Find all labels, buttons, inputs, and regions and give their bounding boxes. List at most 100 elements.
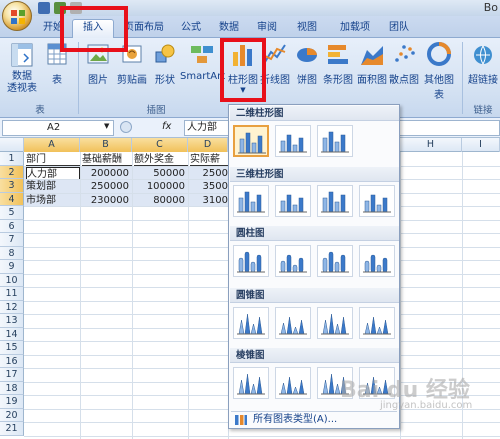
row-header[interactable]: 18 bbox=[0, 381, 24, 395]
row-header[interactable]: 10 bbox=[0, 273, 24, 287]
column-header-d[interactable]: D bbox=[188, 138, 228, 152]
thumb-2d-column[interactable] bbox=[233, 125, 269, 157]
row-header[interactable]: 17 bbox=[0, 368, 24, 382]
group-label-illustrations: 插图 bbox=[146, 105, 166, 116]
thumb-2d-column[interactable] bbox=[317, 125, 353, 157]
row-header[interactable]: 3 bbox=[0, 179, 24, 193]
thumbnail-shape bbox=[334, 201, 340, 213]
thumb-cone[interactable] bbox=[233, 307, 269, 339]
tab-formulas[interactable]: 公式 bbox=[176, 20, 206, 38]
row-header[interactable]: 13 bbox=[0, 314, 24, 328]
table-cell[interactable]: 3500 bbox=[188, 180, 228, 193]
chart-thumbnail-icon bbox=[321, 251, 349, 273]
smartart-icon bbox=[191, 46, 213, 63]
chart-thumbnail-icon bbox=[237, 191, 265, 213]
thumbnail-shape bbox=[298, 319, 305, 335]
row-header[interactable]: 9 bbox=[0, 260, 24, 274]
thumbnail-shape bbox=[376, 204, 382, 213]
corner-select-all[interactable] bbox=[0, 138, 24, 152]
thumbnail-shape bbox=[286, 316, 293, 335]
thumb-3d-column[interactable] bbox=[275, 185, 311, 217]
thumbnail-shape bbox=[328, 313, 335, 335]
thumb-cylinder[interactable] bbox=[359, 245, 395, 277]
tab-data[interactable]: 数据 bbox=[214, 20, 244, 38]
tab-view[interactable]: 视图 bbox=[292, 20, 322, 38]
table-cell[interactable]: 策划部 bbox=[26, 180, 80, 193]
hyperlink-button[interactable]: 超链接 bbox=[466, 42, 500, 86]
thumbnail-shape bbox=[364, 322, 371, 335]
smartart-button[interactable]: SmartArt bbox=[180, 42, 225, 82]
row-header[interactable]: 6 bbox=[0, 219, 24, 233]
tab-team[interactable]: 团队 bbox=[384, 20, 414, 38]
thumbnail-shape bbox=[376, 264, 382, 273]
thumbnail-shape bbox=[238, 319, 245, 335]
column-header-a[interactable]: A bbox=[24, 138, 80, 152]
other-charts-button[interactable]: 其他图表 bbox=[420, 40, 458, 101]
thumbnail-shape bbox=[322, 137, 328, 153]
table-cell[interactable]: 250000 bbox=[80, 180, 132, 193]
area-chart-button[interactable]: 面积图 bbox=[356, 40, 388, 86]
column-header-c[interactable]: C bbox=[132, 138, 188, 152]
chevron-down-icon[interactable]: ▼ bbox=[104, 122, 109, 130]
row-header[interactable]: 8 bbox=[0, 246, 24, 260]
chart-thumbnail-icon bbox=[238, 132, 266, 154]
row-header[interactable]: 15 bbox=[0, 341, 24, 355]
shapes-button[interactable]: 形状 bbox=[150, 42, 180, 86]
row-header[interactable]: 1 bbox=[0, 152, 24, 166]
header-cell[interactable]: 部门 bbox=[26, 153, 80, 166]
row-header[interactable]: 5 bbox=[0, 206, 24, 220]
thumbnail-shape bbox=[382, 197, 388, 213]
column-header-h[interactable]: H bbox=[400, 138, 462, 152]
row-header[interactable]: 21 bbox=[0, 422, 24, 436]
thumbnail-shape bbox=[340, 194, 346, 213]
header-cell[interactable]: 额外奖金 bbox=[134, 153, 188, 166]
office-button[interactable] bbox=[2, 1, 32, 31]
chart-types-icon bbox=[235, 415, 247, 425]
thumb-3d-column[interactable] bbox=[359, 185, 395, 217]
pivot-table-button[interactable]: 数据 透视表 bbox=[6, 42, 38, 95]
thumb-cylinder[interactable] bbox=[317, 245, 353, 277]
header-cell[interactable]: 实际薪 bbox=[190, 153, 228, 166]
thumbnail-shape bbox=[280, 140, 286, 153]
thumbnail-shape bbox=[334, 141, 340, 153]
row-header[interactable]: 14 bbox=[0, 327, 24, 341]
zoom-control-icon[interactable] bbox=[120, 121, 132, 133]
save-icon[interactable] bbox=[38, 2, 50, 14]
row-header[interactable]: 19 bbox=[0, 395, 24, 409]
thumb-cylinder[interactable] bbox=[275, 245, 311, 277]
table-cell[interactable]: 100000 bbox=[132, 180, 188, 193]
thumb-cone[interactable] bbox=[359, 307, 395, 339]
thumb-pyramid[interactable] bbox=[233, 367, 269, 399]
row-header[interactable]: 20 bbox=[0, 408, 24, 422]
shapes-icon bbox=[155, 44, 175, 63]
group-label-links: 链接 bbox=[473, 105, 493, 116]
column-header-i[interactable]: I bbox=[462, 138, 500, 152]
row-header[interactable]: 2 bbox=[0, 165, 24, 179]
name-box[interactable]: A2 bbox=[2, 120, 114, 136]
thumbnail-shape bbox=[256, 194, 262, 213]
chart-thumbnail-icon bbox=[237, 373, 265, 395]
thumb-cylinder[interactable] bbox=[233, 245, 269, 277]
pie-chart-button[interactable]: 饼图 bbox=[292, 40, 322, 86]
row-header[interactable]: 11 bbox=[0, 287, 24, 301]
tab-review[interactable]: 审阅 bbox=[252, 20, 282, 38]
tab-addins[interactable]: 加载项 bbox=[334, 20, 376, 38]
thumb-3d-column[interactable] bbox=[317, 185, 353, 217]
row-header[interactable]: 7 bbox=[0, 233, 24, 247]
clipart-label: 剪贴画 bbox=[117, 75, 147, 86]
thumb-cone[interactable] bbox=[275, 307, 311, 339]
fx-button[interactable]: fx bbox=[162, 121, 171, 132]
thumbnail-shape bbox=[322, 379, 329, 395]
all-chart-types-link[interactable]: 所有图表类型(A)... bbox=[231, 411, 397, 427]
column-header-b[interactable]: B bbox=[80, 138, 132, 152]
thumb-pyramid[interactable] bbox=[275, 367, 311, 399]
thumb-3d-column[interactable] bbox=[233, 185, 269, 217]
row-header[interactable]: 4 bbox=[0, 192, 24, 206]
bar-chart-button[interactable]: 条形图 bbox=[322, 40, 354, 86]
thumb-2d-column[interactable] bbox=[275, 125, 311, 157]
header-cell[interactable]: 基础薪酬 bbox=[82, 153, 132, 166]
scatter-chart-button[interactable]: 散点图 bbox=[388, 40, 420, 86]
thumb-cone[interactable] bbox=[317, 307, 353, 339]
row-header[interactable]: 12 bbox=[0, 300, 24, 314]
row-header[interactable]: 16 bbox=[0, 354, 24, 368]
